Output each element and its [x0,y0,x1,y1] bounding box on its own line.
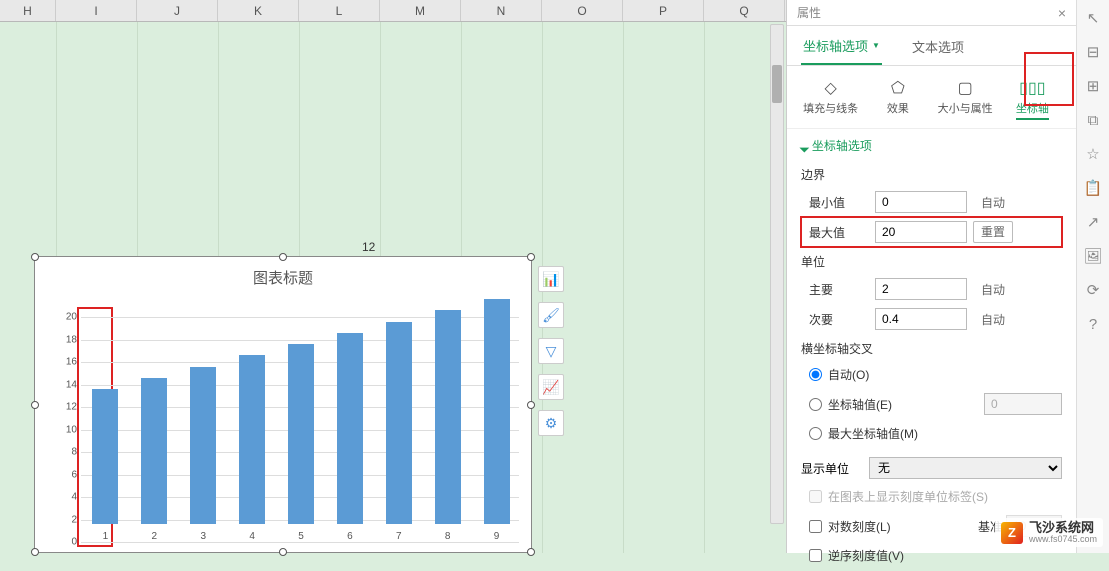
plot-area[interactable]: 02468101214161820123456789 [81,299,519,542]
size-icon: ▢ [932,78,999,100]
col-header[interactable]: Q [704,0,785,21]
reset-button[interactable]: 重置 [973,221,1013,243]
analysis-icon[interactable]: ⊞ [1083,76,1103,96]
radio-auto[interactable]: 自动(O) [801,361,1062,388]
radio-at-value[interactable]: 坐标轴值(E) [801,388,1062,420]
data-icon: 📈 [542,379,559,396]
watermark: Z 飞沙系统网 www.fs0745.com [995,518,1103,547]
tab-text-options[interactable]: 文本选项 [910,32,966,65]
picon-fill[interactable]: ◇填充与线条 [797,78,864,120]
section-axis-options[interactable]: 坐标轴选项 [801,137,1062,160]
chk-show-unit-label: 在图表上显示刻度单位标签(S) [801,483,1062,510]
bookmark-icon[interactable]: ⧉ [1083,110,1103,130]
col-header[interactable]: H [0,0,56,21]
panel-title: 属性 [797,4,821,21]
resize-handle[interactable] [279,253,287,261]
bars-icon: 📊 [542,271,559,288]
cell-value: 12 [362,240,375,254]
group-cross: 横坐标轴交叉 [801,334,1062,361]
row-minor: 次要 自动 [801,304,1062,334]
chart-filters-button[interactable]: ▽ [538,338,564,364]
bar[interactable] [239,355,265,524]
col-header[interactable]: O [542,0,623,21]
radio-at-max[interactable]: 最大坐标轴值(M) [801,420,1062,447]
star-icon[interactable]: ☆ [1083,144,1103,164]
panel-icon-tabs: ◇填充与线条 ⬠效果 ▢大小与属性 ▯▯▯坐标轴 [787,66,1076,129]
gear-icon: ⚙ [545,415,558,432]
share-icon[interactable]: ↗ [1083,212,1103,232]
resize-handle[interactable] [527,548,535,556]
effects-icon: ⬠ [864,78,931,100]
resize-handle[interactable] [527,401,535,409]
cross-at-input [984,393,1062,415]
panel-header: 属性 × [787,0,1076,26]
display-unit-label: 显示单位 [801,460,869,477]
col-header[interactable]: I [56,0,137,21]
resize-handle[interactable] [31,548,39,556]
funnel-icon: ▽ [546,343,557,360]
row-major: 主要 自动 [801,274,1062,304]
bar[interactable] [386,322,412,525]
major-input[interactable] [875,278,967,300]
chart-floating-toolbar: 📊 🖌 ▽ 📈 ⚙ [538,266,566,446]
bar[interactable] [337,333,363,524]
row-max: 最大值 重置 [801,217,1062,247]
clipboard-icon[interactable]: 📋 [1083,178,1103,198]
bar[interactable] [92,389,118,524]
chart-data-button[interactable]: 📈 [538,374,564,400]
vertical-scrollbar[interactable] [770,24,784,524]
resize-handle[interactable] [31,401,39,409]
picon-effects[interactable]: ⬠效果 [864,78,931,120]
minor-input[interactable] [875,308,967,330]
min-input[interactable] [875,191,967,213]
resize-handle[interactable] [527,253,535,261]
chart-title[interactable]: 图表标题 [35,257,531,288]
help-icon[interactable]: ? [1083,314,1103,334]
display-unit-select[interactable]: 无 [869,457,1062,479]
spreadsheet-area: H I J K L M N O P Q 12 图表标题 024681012141… [0,0,786,553]
bar[interactable] [435,310,461,524]
row-min: 最小值 自动 [801,187,1062,217]
group-bounds: 边界 [801,160,1062,187]
resize-handle[interactable] [31,253,39,261]
chart-object[interactable]: 图表标题 02468101214161820123456789 [34,256,532,553]
watermark-logo: Z [1001,522,1023,544]
chart-elements-button[interactable]: 📊 [538,266,564,292]
resize-handle[interactable] [279,548,287,556]
refresh-icon[interactable]: ⟳ [1083,280,1103,300]
bar[interactable] [484,299,510,524]
chevron-down-icon: ▼ [872,41,880,50]
group-units: 单位 [801,247,1062,274]
settings-icon[interactable]: ⊟ [1083,42,1103,62]
col-header[interactable]: N [461,0,542,21]
col-header[interactable]: J [137,0,218,21]
bar[interactable] [190,367,216,525]
chart-settings-button[interactable]: ⚙ [538,410,564,436]
image-icon[interactable]: 🖼 [1083,246,1103,266]
bar[interactable] [288,344,314,524]
properties-panel: 属性 × 坐标轴选项▼ 文本选项 ◇填充与线条 ⬠效果 ▢大小与属性 ▯▯▯坐标… [786,0,1076,553]
axis-icon: ▯▯▯ [999,78,1066,100]
bar[interactable] [141,378,167,524]
cursor-icon[interactable]: ↖ [1083,8,1103,28]
close-icon[interactable]: × [1058,5,1066,21]
paint-icon: ◇ [797,78,864,100]
tab-axis-options[interactable]: 坐标轴选项▼ [801,32,882,65]
col-header[interactable]: M [380,0,461,21]
brush-icon: 🖌 [542,307,560,324]
col-header[interactable]: P [623,0,704,21]
panel-tabs: 坐标轴选项▼ 文本选项 [787,26,1076,66]
right-rail: ↖ ⊟ ⊞ ⧉ ☆ 📋 ↗ 🖼 ⟳ ? [1076,0,1109,553]
min-auto-label: 自动 [973,194,1013,211]
picon-size[interactable]: ▢大小与属性 [932,78,999,120]
col-header[interactable]: K [218,0,299,21]
col-header[interactable]: L [299,0,380,21]
max-input[interactable] [875,221,967,243]
chart-styles-button[interactable]: 🖌 [538,302,564,328]
picon-axis[interactable]: ▯▯▯坐标轴 [999,78,1066,120]
column-headers: H I J K L M N O P Q [0,0,786,22]
